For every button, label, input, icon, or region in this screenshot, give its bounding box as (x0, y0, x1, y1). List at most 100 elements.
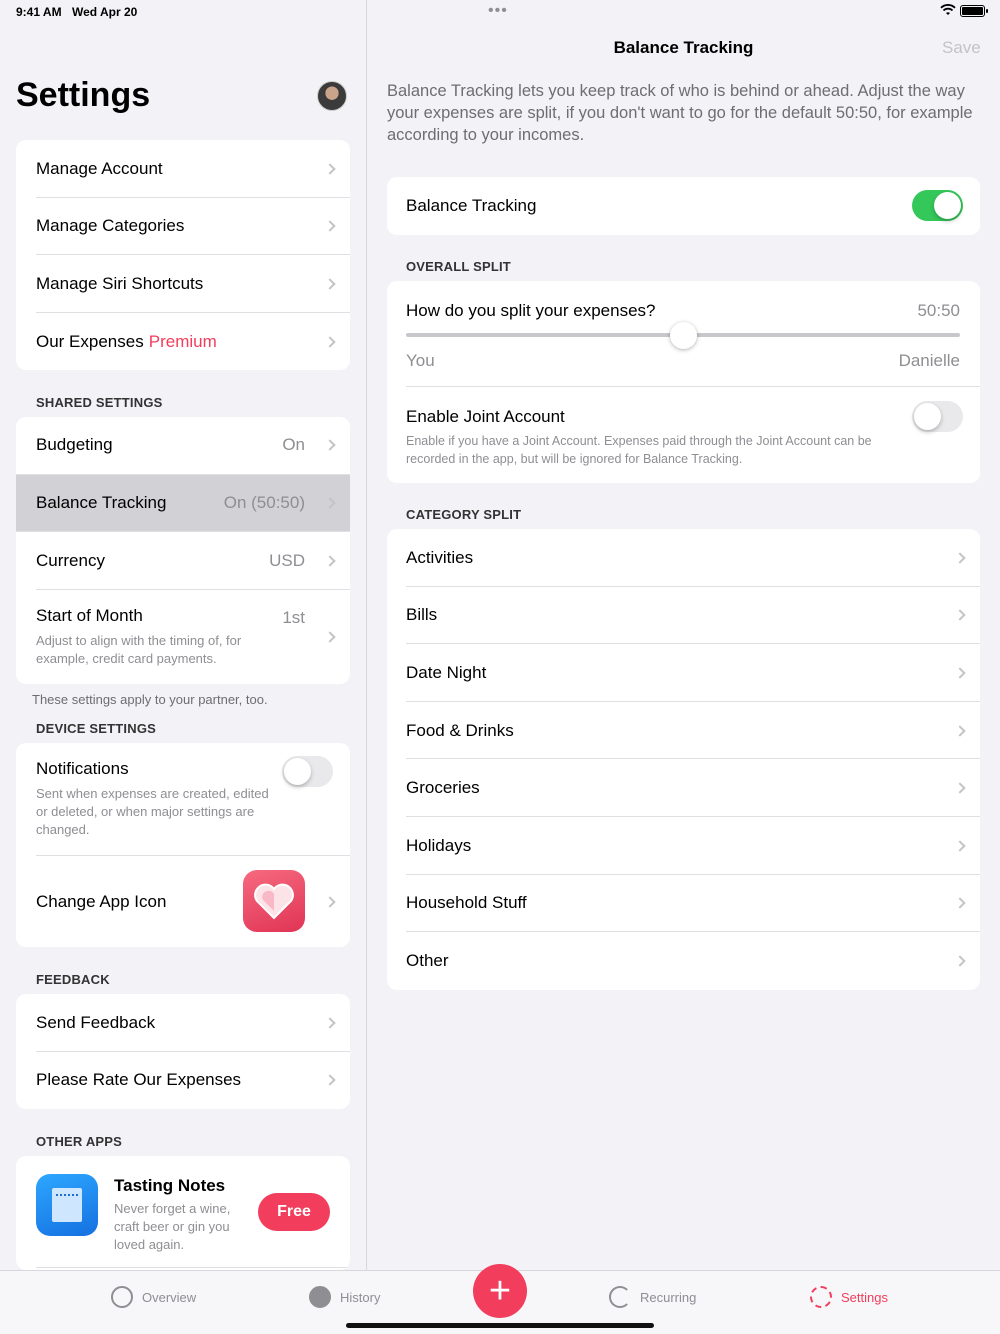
category-row[interactable]: Bills (387, 587, 980, 645)
budgeting-row[interactable]: Budgeting On (16, 417, 350, 475)
tab-history[interactable]: History (309, 1284, 380, 1310)
split-right-name: Danielle (898, 351, 960, 370)
gear-icon (810, 1286, 832, 1308)
row-label: Manage Siri Shortcuts (36, 273, 204, 293)
budgeting-value: On (282, 435, 305, 455)
page-title: Settings (16, 76, 151, 114)
chevron-right-icon (324, 1017, 336, 1029)
device-settings-header: DEVICE SETTINGS (36, 721, 157, 736)
get-app-button[interactable]: Free (258, 1193, 330, 1231)
category-row[interactable]: Activities (387, 529, 980, 587)
row-label: Enable Joint Account (406, 407, 565, 426)
clock-icon (309, 1286, 331, 1308)
row-subtitle: Sent when expenses are created, edited o… (36, 786, 269, 837)
divider (36, 1267, 350, 1268)
premium-badge: Premium (148, 331, 217, 351)
tasting-notes-app-icon (36, 1174, 98, 1236)
joint-account-toggle[interactable] (912, 401, 963, 432)
avatar[interactable] (317, 81, 347, 111)
rate-app-row[interactable]: Please Rate Our Expenses (16, 1052, 350, 1110)
device-settings-group: Notifications Sent when expenses are cre… (16, 743, 350, 947)
feedback-group: Send Feedback Please Rate Our Expenses (16, 994, 350, 1110)
row-label: Our Expenses (36, 331, 144, 351)
row-label: Currency (36, 550, 105, 570)
balance-tracking-description: Balance Tracking lets you keep track of … (387, 82, 973, 144)
wifi-icon (940, 4, 956, 15)
start-of-month-row[interactable]: Start of Month Adjust to align with the … (16, 590, 350, 684)
chevron-right-icon (324, 895, 336, 908)
row-subtitle: Adjust to align with the timing of, for … (36, 632, 242, 666)
tab-label: Recurring (640, 1289, 697, 1305)
chevron-right-icon (954, 609, 966, 622)
category-split-group: Activities Bills Date Night Food & Drink… (387, 529, 980, 990)
app-icon-preview-icon (243, 870, 305, 932)
row-label: Activities (406, 547, 474, 567)
chevron-right-icon (324, 163, 336, 175)
chevron-right-icon (324, 439, 336, 451)
category-row[interactable]: Groceries (387, 759, 980, 817)
chevron-right-icon (324, 631, 336, 643)
detail-title: Balance Tracking (613, 38, 754, 57)
split-left-name: You (406, 351, 435, 370)
chevron-right-icon (954, 724, 966, 737)
change-app-icon-row[interactable]: Change App Icon (16, 856, 350, 947)
chevron-right-icon (954, 840, 966, 852)
balance-tracking-row[interactable]: Balance Tracking On (50:50) (16, 474, 350, 533)
manage-categories-row[interactable]: Manage Categories (16, 198, 350, 256)
add-expense-button[interactable]: + (473, 1264, 527, 1318)
balance-toggle-group: Balance Tracking (387, 177, 980, 235)
category-row[interactable]: Food & Drinks (387, 702, 980, 760)
chevron-right-icon (954, 782, 966, 794)
balance-tracking-toggle[interactable] (912, 190, 963, 221)
tab-bar: Overview History + Recurring Settings (0, 1264, 1000, 1334)
battery-icon (960, 5, 988, 17)
premium-row[interactable]: Our Expenses Premium (16, 313, 350, 371)
chevron-right-icon (324, 1074, 336, 1087)
row-label: Please Rate Our Expenses (36, 1070, 242, 1090)
settings-sidebar: Settings Manage Account Manage Categorie… (0, 0, 366, 1270)
category-row[interactable]: Holidays (387, 817, 980, 875)
row-label: Change App Icon (36, 891, 167, 911)
chevron-right-icon (954, 667, 966, 679)
other-apps-group: Tasting Notes Never forget a wine, craft… (16, 1156, 350, 1270)
category-split-header: CATEGORY SPLIT (406, 507, 522, 522)
notifications-toggle[interactable] (282, 756, 333, 787)
overall-split-header: OVERALL SPLIT (406, 259, 511, 274)
row-label: Other (406, 950, 449, 970)
tab-label: Settings (841, 1289, 888, 1305)
currency-row[interactable]: Currency USD (16, 532, 350, 590)
feedback-header: FEEDBACK (36, 972, 110, 987)
split-view-divider (366, 0, 367, 1270)
balance-tracking-toggle-row: Balance Tracking (387, 177, 980, 235)
other-apps-header: OTHER APPS (36, 1134, 123, 1149)
manage-account-row[interactable]: Manage Account (16, 140, 350, 198)
row-label: Groceries (406, 778, 480, 798)
split-slider-block: How do you split your expenses? 50:50 Yo… (406, 281, 980, 387)
category-row[interactable]: Other (387, 932, 980, 990)
chevron-right-icon (954, 955, 966, 967)
multitasking-dots-icon[interactable]: ••• (488, 2, 508, 20)
currency-value: USD (269, 550, 305, 570)
send-feedback-row[interactable]: Send Feedback (16, 994, 350, 1052)
start-of-month-value: 1st (282, 607, 305, 627)
shared-settings-group: Budgeting On Balance Tracking On (50:50)… (16, 417, 350, 684)
chevron-right-icon (324, 555, 336, 567)
split-question: How do you split your expenses? (406, 301, 656, 320)
chevron-right-icon (324, 220, 336, 233)
row-label: Holidays (406, 835, 472, 855)
split-slider-thumb[interactable] (669, 322, 697, 349)
balance-tracking-value: On (50:50) (223, 492, 305, 512)
row-label: Food & Drinks (406, 720, 514, 740)
row-label: Manage Account (36, 158, 163, 178)
row-label: Balance Tracking (406, 195, 537, 215)
shared-settings-footer: These settings apply to your partner, to… (32, 692, 268, 707)
tab-settings[interactable]: Settings (810, 1284, 888, 1310)
shared-settings-header: SHARED SETTINGS (36, 395, 163, 410)
manage-siri-shortcuts-row[interactable]: Manage Siri Shortcuts (16, 255, 350, 313)
tab-overview[interactable]: Overview (111, 1284, 196, 1310)
chevron-right-icon (324, 278, 336, 290)
save-button[interactable]: Save (942, 38, 981, 58)
category-row[interactable]: Date Night (387, 644, 980, 702)
tab-recurring[interactable]: Recurring (609, 1284, 696, 1310)
category-row[interactable]: Household Stuff (387, 875, 980, 933)
